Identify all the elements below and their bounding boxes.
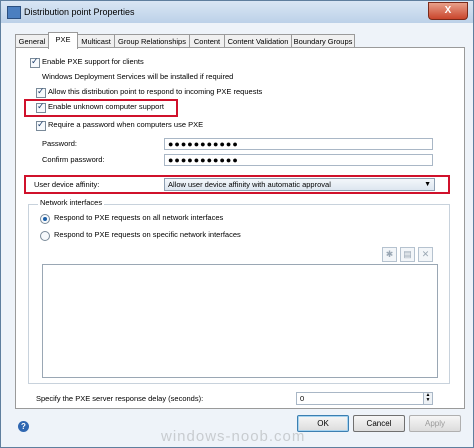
respond-all-radio[interactable] xyxy=(40,214,50,224)
respond-specific-radio[interactable] xyxy=(40,231,50,241)
enable-pxe-checkbox[interactable] xyxy=(30,56,40,68)
star-icon[interactable]: ✱ xyxy=(382,247,397,262)
confirm-password-field[interactable]: ●●●●●●●●●●● xyxy=(164,154,433,166)
list-icon[interactable]: ▤ xyxy=(400,247,415,262)
enable-unknown-checkbox[interactable] xyxy=(36,101,46,113)
response-delay-stepper[interactable]: 0 ▲ ▼ xyxy=(296,392,433,405)
stepper-arrows-icon[interactable]: ▲ ▼ xyxy=(423,393,432,404)
close-button[interactable]: X xyxy=(428,2,468,20)
tab-pxe[interactable]: PXE xyxy=(48,32,78,49)
user-affinity-value: Allow user device affinity with automati… xyxy=(168,180,331,189)
tab-content-validation[interactable]: Content Validation xyxy=(224,34,292,48)
respond-all-label: Respond to PXE requests on all network i… xyxy=(54,213,224,222)
password-field[interactable]: ●●●●●●●●●●● xyxy=(164,138,433,150)
require-password-checkbox[interactable] xyxy=(36,119,46,131)
cancel-button[interactable]: Cancel xyxy=(353,415,405,432)
tab-multicast[interactable]: Multicast xyxy=(77,34,115,48)
user-affinity-select[interactable]: Allow user device affinity with automati… xyxy=(164,178,435,191)
allow-respond-label: Allow this distribution point to respond… xyxy=(48,87,263,96)
dropdown-arrow-icon: ▼ xyxy=(424,181,431,188)
response-delay-value: 0 xyxy=(300,394,305,403)
password-label: Password: xyxy=(42,139,78,148)
help-icon[interactable]: ? xyxy=(18,421,29,432)
delete-icon[interactable]: ✕ xyxy=(418,247,433,262)
network-interfaces-label: Network interfaces xyxy=(38,198,105,207)
network-interfaces-list[interactable] xyxy=(42,264,438,378)
user-affinity-label: User device affinity: xyxy=(34,180,100,189)
require-password-label: Require a password when computers use PX… xyxy=(48,120,204,129)
window-icon xyxy=(7,6,21,19)
watermark: windows-noob.com xyxy=(161,428,306,445)
title-bar[interactable]: Distribution point Properties X xyxy=(1,1,473,23)
enable-unknown-label: Enable unknown computer support xyxy=(48,102,164,111)
tab-group-relationships[interactable]: Group Relationships xyxy=(114,34,190,48)
window-title: Distribution point Properties xyxy=(24,7,135,17)
wds-note: Windows Deployment Services will be inst… xyxy=(42,72,234,81)
ok-button[interactable]: OK xyxy=(297,415,349,432)
enable-pxe-label: Enable PXE support for clients xyxy=(42,57,144,66)
tab-general[interactable]: General xyxy=(15,34,49,48)
properties-window: Distribution point Properties X General … xyxy=(0,0,474,448)
tab-boundary-groups[interactable]: Boundary Groups xyxy=(291,34,355,48)
response-delay-label: Specify the PXE server response delay (s… xyxy=(36,394,204,403)
confirm-password-label: Confirm password: xyxy=(42,155,105,164)
allow-respond-checkbox[interactable] xyxy=(36,86,46,98)
tab-content[interactable]: Content xyxy=(189,34,225,48)
apply-button[interactable]: Apply xyxy=(409,415,461,432)
pxe-tab-panel: Enable PXE support for clients Windows D… xyxy=(15,47,465,409)
respond-specific-label: Respond to PXE requests on specific netw… xyxy=(54,230,241,239)
